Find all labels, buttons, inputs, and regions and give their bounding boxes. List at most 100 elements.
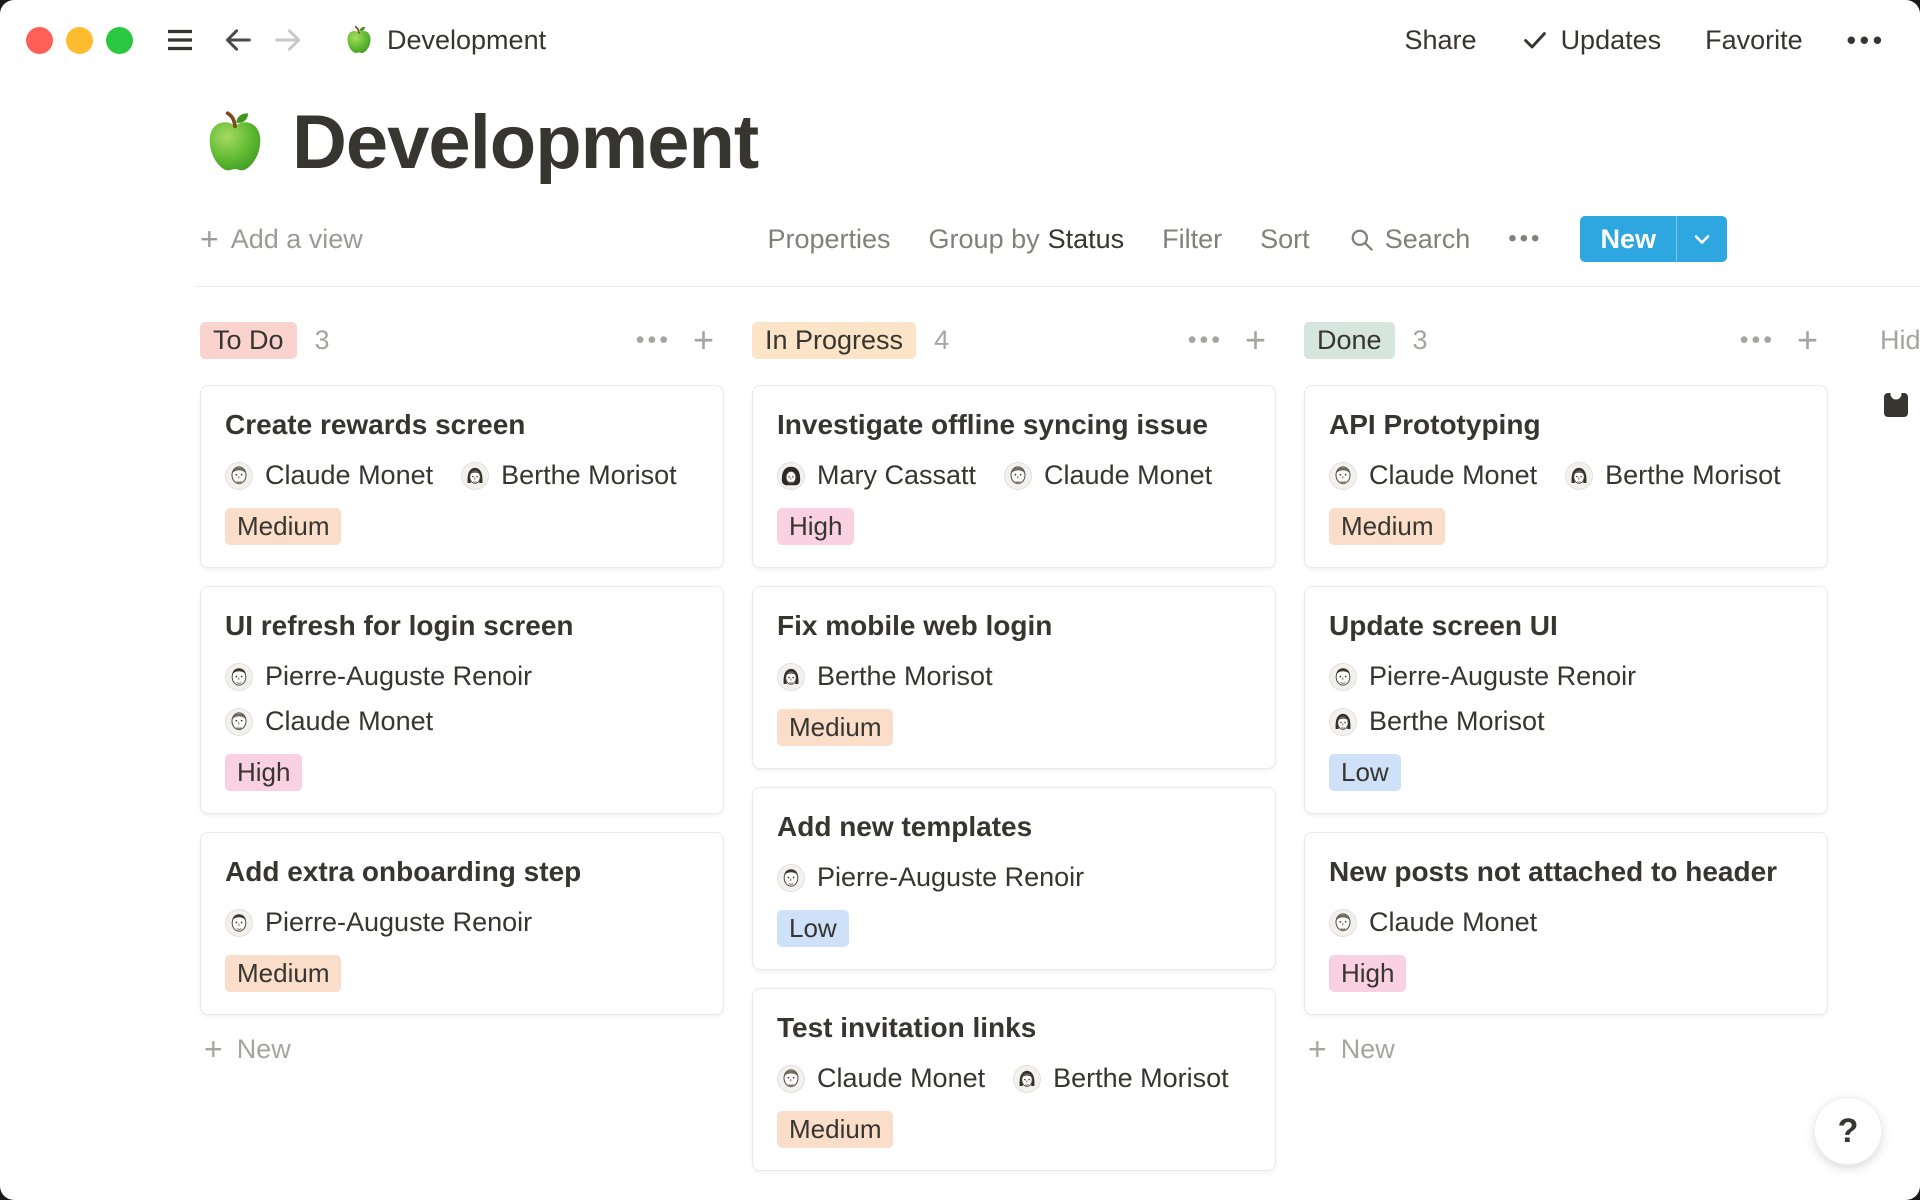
assignee-name: Claude Monet [817, 1063, 985, 1094]
card-assignees: Berthe Morisot [777, 661, 1251, 692]
priority-badge: Medium [777, 709, 893, 746]
properties-button[interactable]: Properties [767, 224, 890, 255]
column-header-icons: ••• + [636, 322, 724, 358]
priority-badge: Medium [777, 1111, 893, 1148]
column-add-icon[interactable]: + [693, 322, 714, 358]
plus-icon: + [204, 1033, 223, 1065]
assignee-chip: Berthe Morisot [1565, 460, 1781, 491]
priority-badge: High [225, 754, 302, 791]
more-options-icon[interactable]: ••• [1847, 25, 1886, 56]
sidebar-menu-icon[interactable] [163, 23, 197, 57]
column-badge[interactable]: To Do [200, 322, 297, 359]
board-card[interactable]: Fix mobile web login Berthe Morisot Medi… [752, 586, 1276, 769]
forward-arrow-icon[interactable] [271, 23, 305, 57]
view-more-icon[interactable]: ••• [1508, 225, 1542, 253]
assignee-row: Claude Monet [1329, 907, 1803, 938]
priority-badge: Medium [1329, 508, 1445, 545]
column-header: In Progress 4 ••• + [752, 321, 1276, 359]
column-badge[interactable]: In Progress [752, 322, 916, 359]
updates-button[interactable]: Updates [1521, 25, 1662, 56]
kanban-board: To Do 3 ••• + Create rewards screen Clau… [0, 287, 1920, 1171]
search-button[interactable]: Search [1348, 224, 1471, 255]
avatar-renoir [1329, 663, 1357, 691]
assignee-name: Pierre-Auguste Renoir [265, 907, 532, 938]
board-column: In Progress 4 ••• + Investigate offline … [752, 321, 1276, 1171]
board-card[interactable]: API Prototyping Claude Monet Berthe Mori… [1304, 385, 1828, 568]
board-card[interactable]: Add extra onboarding step Pierre-Auguste… [200, 832, 724, 1015]
board-card[interactable]: Add new templates Pierre-Auguste Renoir … [752, 787, 1276, 970]
card-title: Investigate offline syncing issue [777, 408, 1251, 442]
filter-button[interactable]: Filter [1162, 224, 1222, 255]
hidden-group-no-status[interactable]: No Status [1880, 389, 1920, 421]
hidden-columns-label[interactable]: Hidden columns [1880, 321, 1920, 359]
assignee-name: Claude Monet [1044, 460, 1212, 491]
column-more-icon[interactable]: ••• [1188, 326, 1223, 355]
group-by-label: Group by [929, 224, 1040, 254]
chevron-down-icon [1690, 227, 1714, 251]
new-card-button[interactable]: + New [200, 1029, 724, 1069]
board-card[interactable]: Investigate offline syncing issue Mary C… [752, 385, 1276, 568]
card-assignees: Claude Monet Berthe Morisot [225, 460, 699, 491]
page-header: Development [200, 94, 1920, 190]
card-assignees: Mary Cassatt Claude Monet [777, 460, 1251, 491]
board-card[interactable]: Create rewards screen Claude Monet Berth… [200, 385, 724, 568]
help-label: ? [1838, 1112, 1859, 1151]
card-title: Add new templates [777, 810, 1251, 844]
board-card[interactable]: UI refresh for login screen Pierre-Augus… [200, 586, 724, 814]
assignee-row: Claude Monet Berthe Morisot [777, 1063, 1251, 1094]
page-title[interactable]: Development [292, 99, 758, 186]
group-by-value: Status [1048, 224, 1125, 254]
titlebar: Development Share Updates Favorite ••• [0, 0, 1920, 80]
avatar-cassatt [777, 462, 805, 490]
updates-label: Updates [1561, 25, 1662, 56]
avatar-morisot [461, 462, 489, 490]
card-assignees: Claude Monet Berthe Morisot [1329, 460, 1803, 491]
new-card-button[interactable]: + New [1304, 1029, 1828, 1069]
page-green-apple-icon[interactable] [200, 107, 270, 177]
column-add-icon[interactable]: + [1797, 322, 1818, 358]
search-icon [1348, 226, 1375, 253]
card-assignees: Claude Monet Berthe Morisot [777, 1063, 1251, 1094]
add-view-button[interactable]: + Add a view [200, 223, 363, 255]
assignee-row: Pierre-Auguste Renoir [1329, 661, 1803, 692]
priority-badge: Medium [225, 955, 341, 992]
sort-button[interactable]: Sort [1260, 224, 1310, 255]
card-title: Update screen UI [1329, 609, 1803, 643]
back-arrow-icon[interactable] [221, 23, 255, 57]
assignee-row: Claude Monet [225, 706, 699, 737]
new-button[interactable]: New [1580, 216, 1676, 262]
assignee-name: Berthe Morisot [817, 661, 993, 692]
assignee-row: Mary Cassatt Claude Monet [777, 460, 1251, 491]
card-title: Add extra onboarding step [225, 855, 699, 889]
inbox-icon [1880, 389, 1912, 421]
new-dropdown-button[interactable] [1677, 216, 1727, 262]
assignee-chip: Berthe Morisot [777, 661, 993, 692]
card-title: New posts not attached to header [1329, 855, 1803, 889]
add-view-label: Add a view [231, 224, 363, 255]
share-button[interactable]: Share [1405, 25, 1477, 56]
board-card[interactable]: Update screen UI Pierre-Auguste Renoir B… [1304, 586, 1828, 814]
board-column: To Do 3 ••• + Create rewards screen Clau… [200, 321, 724, 1171]
board-card[interactable]: New posts not attached to header Claude … [1304, 832, 1828, 1015]
board-card[interactable]: Test invitation links Claude Monet Berth… [752, 988, 1276, 1171]
minimize-window-button[interactable] [66, 27, 93, 54]
assignee-row: Berthe Morisot [1329, 706, 1803, 737]
column-more-icon[interactable]: ••• [636, 326, 671, 355]
favorite-button[interactable]: Favorite [1705, 25, 1803, 56]
column-cards: API Prototyping Claude Monet Berthe Mori… [1304, 385, 1828, 1015]
column-badge[interactable]: Done [1304, 322, 1395, 359]
column-add-icon[interactable]: + [1245, 322, 1266, 358]
card-title: API Prototyping [1329, 408, 1803, 442]
priority-badge: Low [777, 910, 849, 947]
card-assignees: Pierre-Auguste Renoir Claude Monet [225, 661, 699, 737]
assignee-chip: Berthe Morisot [1329, 706, 1545, 737]
group-by-button[interactable]: Group by Status [929, 224, 1125, 255]
help-button[interactable]: ? [1814, 1097, 1882, 1165]
close-window-button[interactable] [26, 27, 53, 54]
column-count: 4 [934, 325, 949, 356]
column-more-icon[interactable]: ••• [1740, 326, 1775, 355]
avatar-monet [1329, 462, 1357, 490]
zoom-window-button[interactable] [106, 27, 133, 54]
plus-icon: + [1308, 1033, 1327, 1065]
assignee-name: Berthe Morisot [1053, 1063, 1229, 1094]
